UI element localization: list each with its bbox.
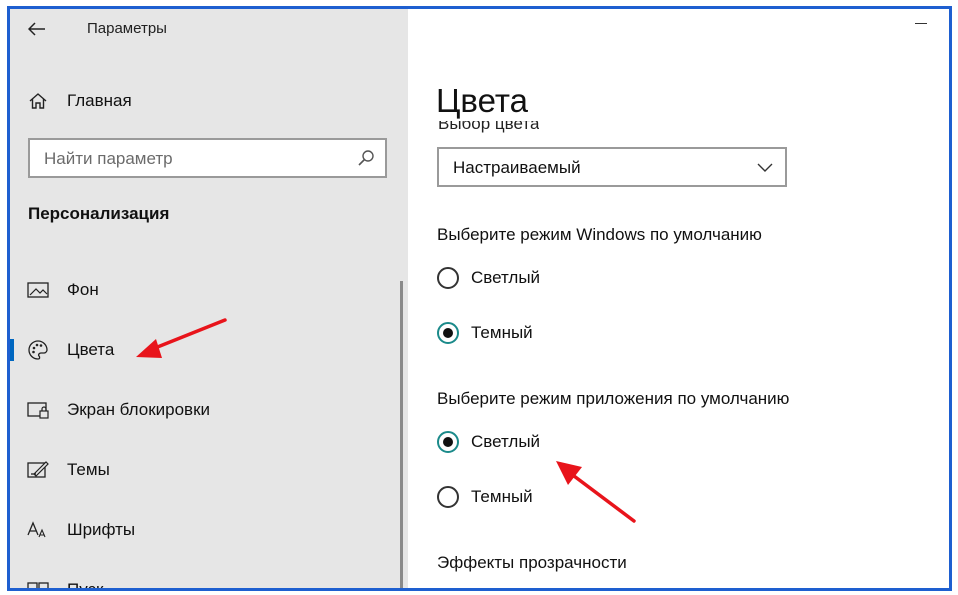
main-content: Цвета Выбор цвета Настраиваемый Выберите… [408,9,949,588]
settings-window: Параметры Главная Найти параметр Персона… [7,6,952,591]
radio-circle [437,431,459,453]
transparency-label: Эффекты прозрачности [437,553,627,572]
radio-label: Темный [471,487,533,506]
back-button[interactable] [24,17,50,41]
radio-circle [437,267,459,289]
start-icon [27,579,49,588]
sidebar-item-label: Пуск [67,580,103,588]
color-select-dropdown[interactable]: Настраиваемый [437,147,787,187]
radio-label: Светлый [471,432,541,451]
app-mode-light-radio[interactable]: Светлый [437,429,540,455]
app-mode-label: Выберите режим приложения по умолчанию [437,389,790,408]
sidebar-item-label: Фон [67,280,99,299]
themes-icon [27,459,49,481]
sidebar-item-start[interactable]: Пуск [10,570,408,588]
sidebar-item-label: Темы [67,460,110,479]
sidebar-item-fonts[interactable]: Шрифты [10,510,408,550]
app-mode-dark-radio[interactable]: Темный [437,484,533,510]
palette-icon [27,339,49,361]
sidebar-item-label: Экран блокировки [67,400,211,419]
fonts-icon [27,519,49,541]
search-icon [358,150,374,166]
annotation-arrow-colors [136,318,227,358]
radio-label: Темный [471,323,533,342]
search-placeholder: Найти параметр [44,149,173,168]
radio-circle [437,486,459,508]
sidebar-item-background[interactable]: Фон [10,270,408,310]
home-label: Главная [67,91,132,110]
page-title: Цвета [436,82,528,119]
sidebar: Параметры Главная Найти параметр Персона… [10,9,408,588]
annotation-arrow-app-mode [556,461,636,523]
sidebar-item-lock-screen[interactable]: Экран блокировки [10,390,408,430]
picture-icon [27,279,49,301]
sidebar-item-home[interactable]: Главная [28,89,132,113]
sidebar-item-label: Шрифты [67,520,136,539]
color-choice-label: Выбор цвета [438,121,540,133]
sidebar-scrollbar[interactable] [400,281,403,588]
radio-circle [437,322,459,344]
home-icon [29,93,47,109]
chevron-down-icon [757,163,773,172]
back-arrow-icon [28,22,45,36]
sidebar-item-themes[interactable]: Темы [10,450,408,490]
windows-mode-light-radio[interactable]: Светлый [437,265,540,291]
windows-mode-label: Выберите режим Windows по умолчанию [437,225,762,244]
windows-mode-dark-radio[interactable]: Темный [437,320,533,346]
search-input[interactable]: Найти параметр [28,138,387,178]
minimize-button[interactable] [915,23,927,24]
sidebar-item-label: Цвета [67,340,115,359]
lock-screen-icon [27,399,49,421]
radio-label: Светлый [471,268,541,287]
window-title: Параметры [87,20,167,37]
section-title: Персонализация [28,204,170,223]
color-select-value: Настраиваемый [453,158,581,177]
